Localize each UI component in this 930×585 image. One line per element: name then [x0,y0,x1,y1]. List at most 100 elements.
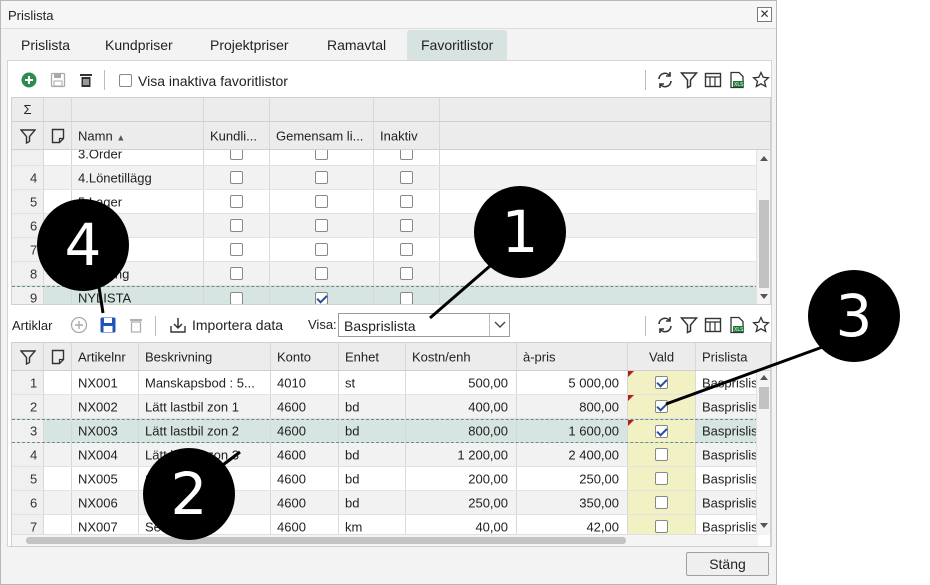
refresh-icon[interactable] [655,315,675,335]
gemensam-lista-checkbox[interactable] [315,150,328,160]
scroll-thumb[interactable] [26,537,626,544]
vald-checkbox[interactable] [655,424,668,438]
table-row[interactable]: 55.Lager [12,190,758,214]
note-icon[interactable] [44,122,72,149]
save-icon[interactable] [48,70,68,90]
table-cell [44,371,72,394]
table-cell: Manskapsbod : 5... [139,371,271,394]
column-header-gemensam-lista[interactable]: Gemensam li... [270,122,374,149]
inaktiv-checkbox[interactable] [400,267,413,280]
cell-text: 4 [30,447,38,462]
tab-projektpriser[interactable]: Projektpriser [196,30,303,60]
scroll-down-icon[interactable] [760,523,768,528]
column-header-enhet[interactable]: Enhet [339,343,406,370]
table-row[interactable]: 3 NX003 Lätt lastbil zon 2 4600 bd 800,00 1 60… [12,419,758,443]
table-cell: st [339,371,406,394]
kundlista-checkbox[interactable] [230,267,243,280]
vald-checkbox[interactable] [655,376,668,389]
scroll-down-icon[interactable] [760,294,768,299]
table-cell: Basprislis [696,515,758,535]
table-cell: NX006 [72,491,139,514]
table-row[interactable]: 6NX006Se... zon z...4600bd250,00350,00Ba… [12,491,758,515]
inaktiv-checkbox[interactable] [400,195,413,208]
horizontal-scrollbar[interactable] [12,534,758,546]
column-header-artikelnr[interactable]: Artikelnr [72,343,139,370]
tab-kundpriser[interactable]: Kundpriser [91,30,187,60]
table-row[interactable]: 4 4.Lönetillägg [12,166,758,190]
tab-favoritlistor[interactable]: Favoritlistor [407,30,508,60]
refresh-icon[interactable] [655,70,675,90]
vald-checkbox[interactable] [655,472,668,485]
chevron-down-icon[interactable] [489,314,509,336]
scroll-up-icon[interactable] [760,156,768,161]
vald-checkbox[interactable] [655,400,668,413]
save-icon[interactable] [98,315,118,335]
gemensam-lista-checkbox[interactable] [315,243,328,256]
filter-icon[interactable] [679,315,699,335]
table-row[interactable]: 4NX004Lätt lastbil zon 34600bd1 200,002 … [12,443,758,467]
gemensam-lista-checkbox[interactable] [315,219,328,232]
filter-icon[interactable] [12,343,44,370]
import-data-button[interactable]: Importera data [192,317,283,333]
tab-ramavtal[interactable]: Ramavtal [313,30,400,60]
vald-checkbox[interactable] [655,448,668,461]
kundlista-checkbox[interactable] [230,219,243,232]
sum-icon[interactable]: Σ [12,98,44,121]
scroll-thumb[interactable] [759,200,769,288]
column-header-kostn-enh[interactable]: Kostn/enh [406,343,517,370]
add-icon[interactable] [19,70,39,90]
table-row[interactable]: 9 NYLISTA [12,286,758,304]
table-row[interactable]: 3.Order [12,150,758,166]
gemensam-lista-checkbox[interactable] [315,195,328,208]
column-header-prislista[interactable]: Prislista [696,343,770,370]
columns-icon[interactable] [703,70,723,90]
kundlista-checkbox[interactable] [230,291,243,304]
note-icon[interactable] [44,343,72,370]
gemensam-lista-checkbox[interactable] [315,267,328,280]
table-row[interactable]: 1 NX001 Manskapsbod : 5... 4010 st 500,00 5 00… [12,371,758,395]
vald-checkbox[interactable] [655,520,668,533]
kundlista-checkbox[interactable] [230,150,243,160]
visa-select[interactable]: Basprislista [338,313,510,337]
tab-prislista[interactable]: Prislista [7,30,84,60]
column-header-konto[interactable]: Konto [271,343,339,370]
column-header-kundlista[interactable]: Kundli... [204,122,270,149]
star-icon[interactable] [751,315,771,335]
add-icon[interactable] [69,315,89,335]
table-row[interactable]: 5NX005Se... zon z...4600bd200,00250,00Ba… [12,467,758,491]
column-header-inaktiv[interactable]: Inaktiv [374,122,440,149]
vertical-scrollbar[interactable] [756,371,770,535]
star-icon[interactable] [751,70,771,90]
column-header-vald[interactable]: Vald [628,343,696,370]
gemensam-lista-checkbox[interactable] [315,291,328,304]
vald-checkbox[interactable] [655,496,668,509]
column-header-a-pris[interactable]: à-pris [517,343,628,370]
table-row[interactable]: 7NX007Se...gn km4600km40,0042,00Basprisl… [12,515,758,535]
kundlista-checkbox[interactable] [230,195,243,208]
excel-export-icon[interactable]: XLS [727,70,747,90]
scroll-up-icon[interactable] [760,375,768,380]
filter-icon[interactable] [679,70,699,90]
kundlista-checkbox[interactable] [230,243,243,256]
inaktiv-checkbox[interactable] [400,171,413,184]
delete-icon[interactable] [126,315,146,335]
inaktiv-checkbox[interactable] [400,291,413,304]
close-icon[interactable]: ✕ [757,7,772,22]
excel-export-icon[interactable]: XLS [727,315,747,335]
kundlista-checkbox[interactable] [230,171,243,184]
table-row[interactable]: 2 NX002 Lätt lastbil zon 1 4600 bd 400,00 800,… [12,395,758,419]
import-icon[interactable] [168,315,188,335]
column-header-beskrivning[interactable]: Beskrivning [139,343,271,370]
delete-icon[interactable] [76,70,96,90]
gemensam-lista-checkbox[interactable] [315,171,328,184]
inaktiv-checkbox[interactable] [400,150,413,160]
inaktiv-checkbox[interactable] [400,219,413,232]
filter-icon[interactable] [12,122,44,149]
columns-icon[interactable] [703,315,723,335]
vertical-scrollbar[interactable] [756,150,770,304]
show-inactive-checkbox[interactable] [119,74,132,87]
inaktiv-checkbox[interactable] [400,243,413,256]
column-header-namn[interactable]: Namn ▲ [72,122,204,149]
close-button[interactable]: Stäng [686,552,769,576]
scroll-thumb[interactable] [759,387,769,409]
